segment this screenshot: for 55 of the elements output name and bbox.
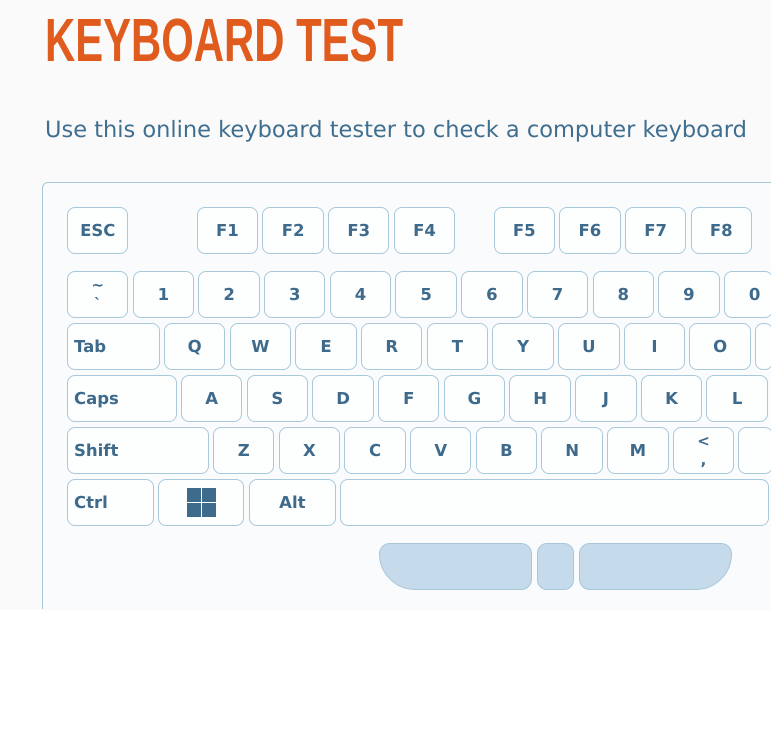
- keyboard-key: I: [624, 323, 686, 370]
- keyboard-key: J: [575, 375, 636, 422]
- keyboard-key: 1: [132, 271, 194, 318]
- keyboard-key: 3: [264, 271, 326, 318]
- keyboard-key: < ,: [672, 427, 734, 474]
- keyboard-key: A: [180, 375, 242, 422]
- keyboard-key: ESC: [67, 207, 128, 254]
- shift-key: Shift: [67, 427, 209, 474]
- keyboard-key: W: [230, 323, 292, 370]
- keyboard-key: F7: [624, 207, 686, 254]
- keyboard-key: L: [706, 375, 768, 422]
- keyboard-key: F2: [262, 207, 324, 254]
- keyboard-key: ~ `: [67, 271, 128, 318]
- keyboard-key: F3: [328, 207, 390, 254]
- keyboard-key: S: [246, 375, 308, 422]
- keyboard-key: F: [378, 375, 440, 422]
- keyboard-key: R: [361, 323, 422, 370]
- keyboard-key: V: [410, 427, 472, 474]
- keyboard-key: 5: [395, 271, 457, 318]
- keyboard-key: 4: [330, 271, 392, 318]
- keyboard-key: 9: [658, 271, 720, 318]
- keyboard-key: N: [541, 427, 603, 474]
- keyboard-key: E: [295, 323, 357, 370]
- keyboard-key: G: [444, 375, 506, 422]
- keyboard-key: 8: [592, 271, 654, 318]
- keyboard-key: O: [689, 323, 751, 370]
- ctrl-key: Ctrl: [67, 479, 154, 526]
- keyboard-key: F5: [494, 207, 555, 254]
- caps-lock-key: Caps: [67, 375, 177, 422]
- keyboard-key: 6: [461, 271, 523, 318]
- keyboard-key: U: [558, 323, 620, 370]
- four-squares-icon: [186, 488, 216, 517]
- intro-text: Use this online keyboard tester to check a computer keyboard: [45, 117, 747, 144]
- page-title: KEYBOARD TEST: [45, 10, 404, 71]
- keyboard-key: 2: [198, 271, 260, 318]
- keyboard-key: B: [476, 427, 538, 474]
- keyboard-key: T: [426, 323, 488, 370]
- keyboard-key: C: [344, 427, 406, 474]
- keyboard-key: Z: [212, 427, 274, 474]
- keyboard-key: F6: [559, 207, 621, 254]
- keyboard-key: Q: [164, 323, 226, 370]
- keyboard-key: 7: [526, 271, 588, 318]
- keyboard-key: Y: [492, 323, 554, 370]
- keyboard-key: 0: [724, 271, 771, 318]
- keyboard-key: K: [640, 375, 702, 422]
- keyboard-key: H: [509, 375, 571, 422]
- keyboard-key: X: [278, 427, 340, 474]
- middle-click-pad: [537, 543, 574, 590]
- tab-key: Tab: [67, 323, 160, 370]
- keyboard-key: F8: [690, 207, 752, 254]
- alt-key: Alt: [248, 479, 336, 526]
- keyboard-key: F4: [394, 207, 456, 254]
- keyboard-key: F1: [196, 207, 258, 254]
- keyboard-key: M: [607, 427, 668, 474]
- keyboard-key: D: [312, 375, 374, 422]
